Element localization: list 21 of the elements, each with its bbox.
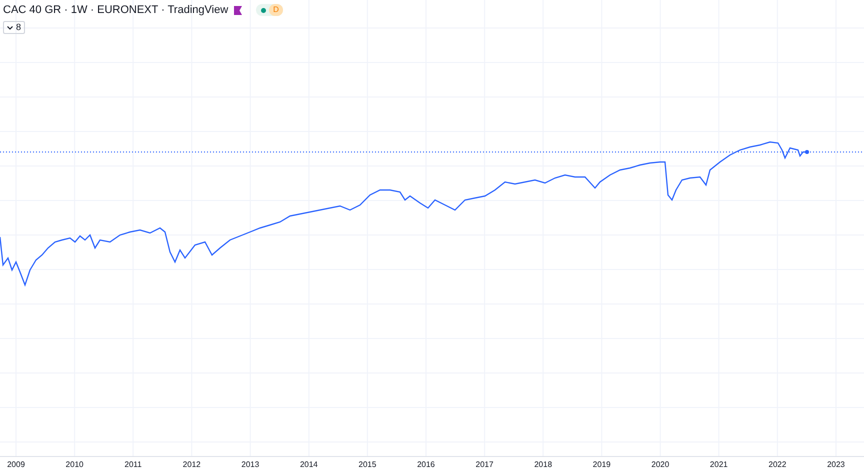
axis-label: 2014 bbox=[300, 461, 318, 469]
caret-icon bbox=[7, 26, 13, 30]
chart-title: CAC 40 GR · 1W · EURONEXT · TradingView bbox=[3, 2, 228, 18]
last-price-dot bbox=[805, 150, 809, 154]
axis-label: 2018 bbox=[534, 461, 552, 469]
axis-label: 2019 bbox=[592, 461, 611, 469]
axis-label: 2010 bbox=[66, 461, 84, 469]
axis-label: 2023 bbox=[827, 461, 845, 469]
axis-label: 2011 bbox=[124, 461, 142, 469]
axis-label: 2016 bbox=[417, 461, 435, 469]
axis-label: 2009 bbox=[7, 461, 25, 469]
axis-label: 2013 bbox=[241, 461, 260, 469]
axis-label: 2022 bbox=[768, 461, 786, 469]
axis-label: 2012 bbox=[182, 461, 201, 469]
axis-label: 2020 bbox=[651, 461, 670, 469]
axis-label: 2021 bbox=[710, 461, 728, 469]
axis-label: 2015 bbox=[358, 461, 376, 469]
collapse-button[interactable]: 8 bbox=[3, 21, 26, 34]
axis-label: 2017 bbox=[476, 461, 494, 469]
flag-icon bbox=[234, 6, 242, 14]
delay-badge: D bbox=[269, 4, 283, 16]
